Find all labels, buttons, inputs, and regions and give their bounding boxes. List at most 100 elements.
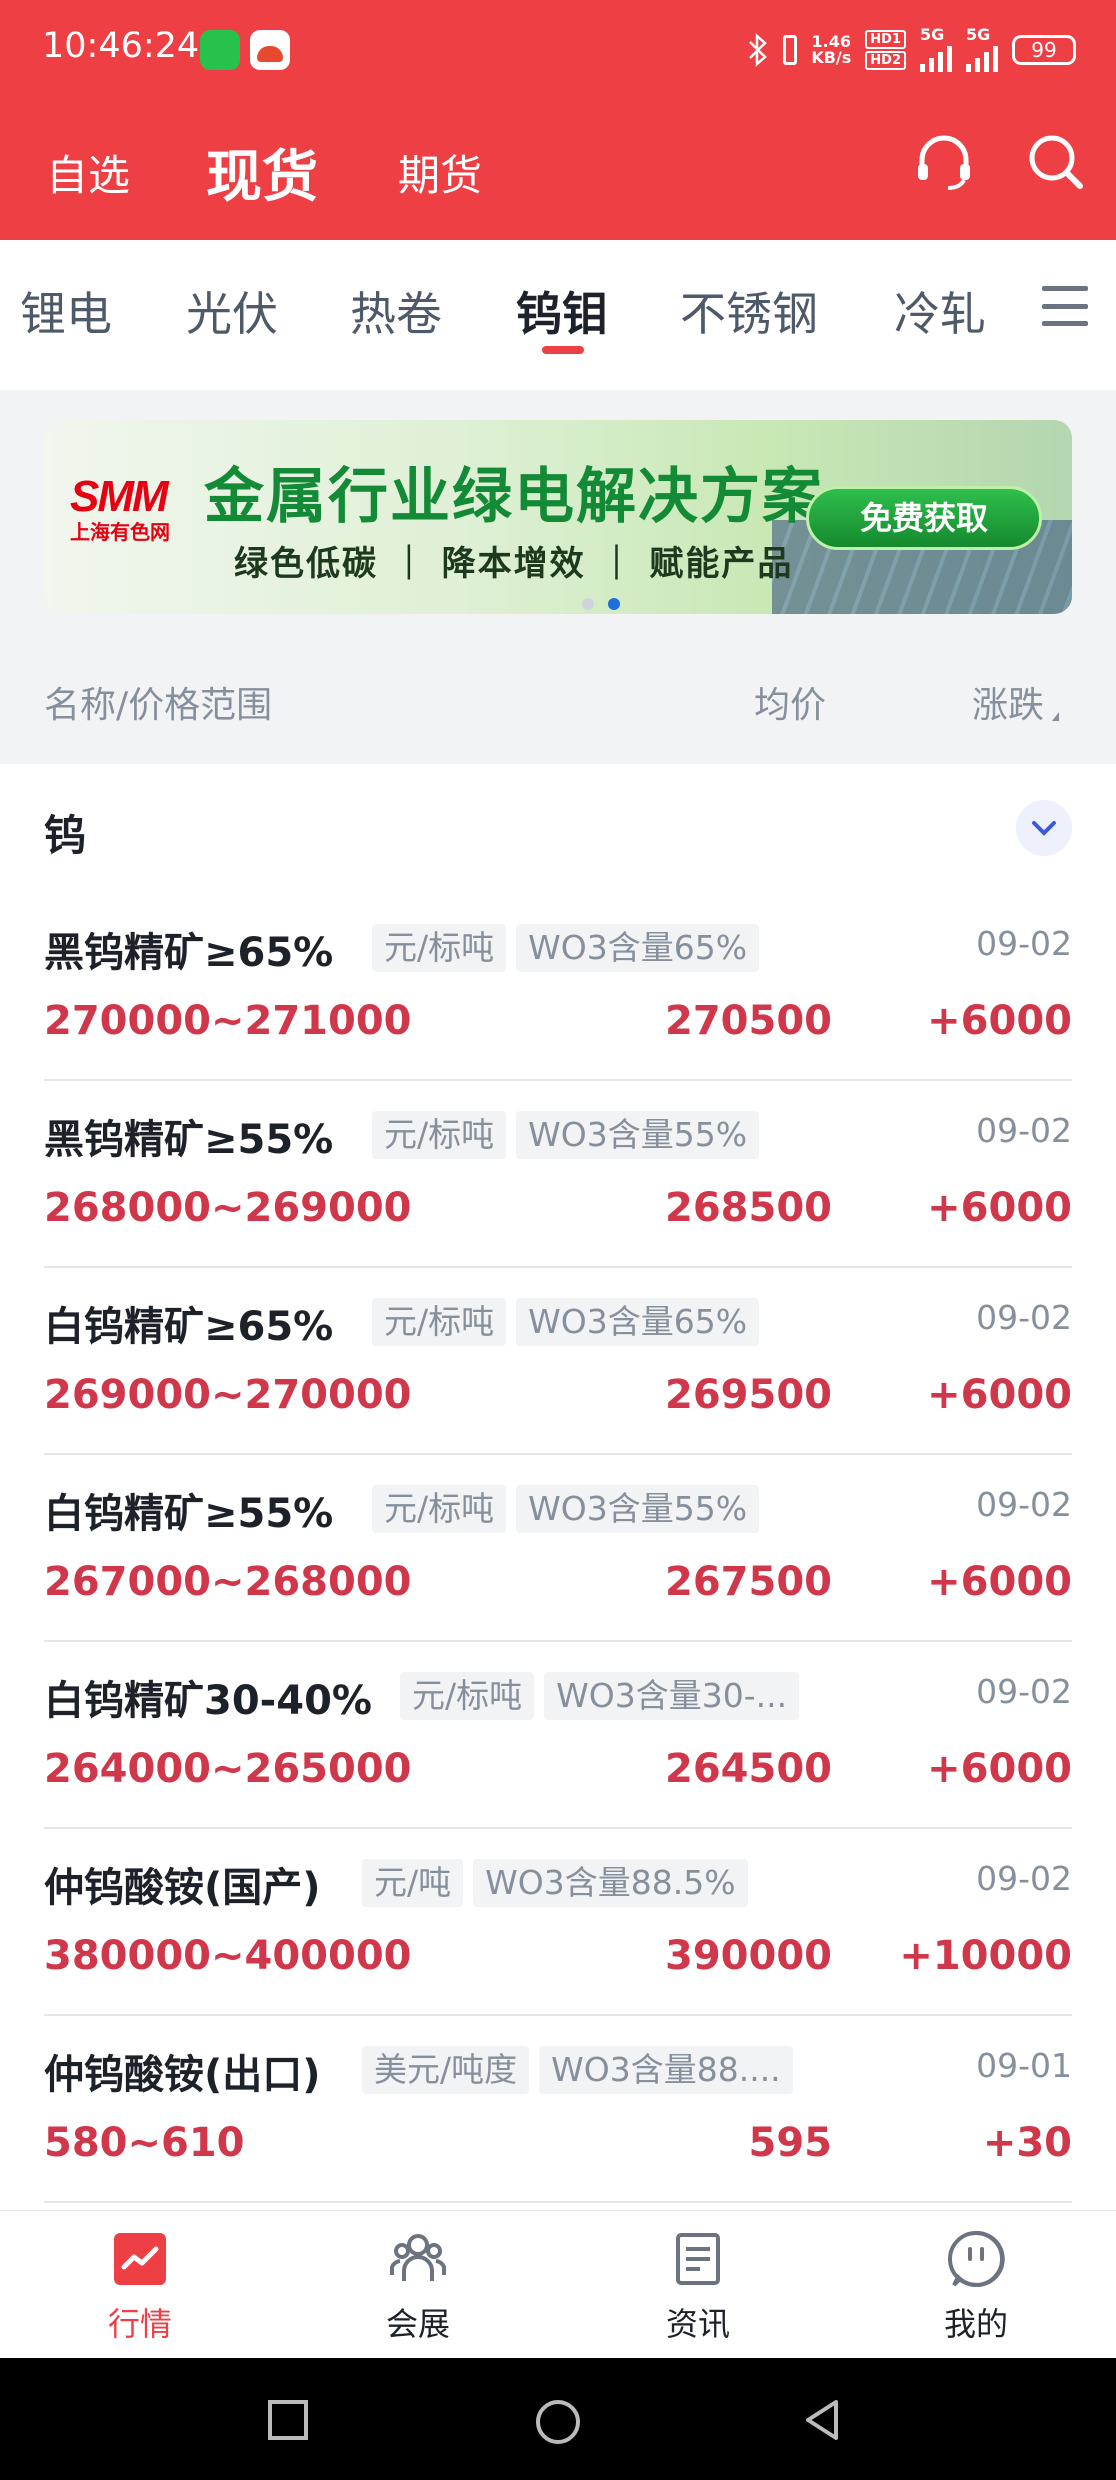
smm-logo: SMM 上海有色网: [70, 472, 170, 545]
price-range: 270000~271000: [44, 998, 412, 1044]
price-row[interactable]: 黑钨精矿≥65% 元/标吨 WO3含量65% 09-02 270000~2710…: [44, 894, 1072, 1081]
active-category-indicator: [542, 346, 584, 354]
status-indicators: 1.46 KB/s HD1 HD2 5G 5G 99: [747, 27, 1076, 72]
spec-tag: WO3含量55%: [516, 1485, 760, 1533]
tab-spot[interactable]: 现货: [206, 132, 318, 213]
price-row[interactable]: 仲钨酸铵(出口) 美元/吨度 WO3含量88.... 09-01 580~610…: [44, 2016, 1072, 2203]
spec-tag: WO3含量55%: [516, 1111, 760, 1159]
price-range: 580~610: [44, 2120, 245, 2166]
avg-price: 595: [748, 2120, 833, 2166]
category-tungsten-molybdenum[interactable]: 钨钼: [516, 278, 608, 344]
group-header[interactable]: 钨: [0, 764, 1116, 894]
back-icon[interactable]: [800, 2398, 844, 2442]
avg-price: 268500: [665, 1185, 832, 1231]
price-change: +10000: [899, 1933, 1072, 1979]
status-time: 10:46:24: [42, 26, 200, 66]
price-change: +6000: [927, 1372, 1072, 1418]
nav-news[interactable]: 资讯: [618, 2229, 778, 2345]
product-name: 仲钨酸铵(国产): [44, 1865, 321, 1911]
group-title: 钨: [44, 811, 87, 860]
product-name: 黑钨精矿≥55%: [44, 1117, 334, 1163]
tab-futures[interactable]: 期货: [398, 142, 482, 203]
system-nav-bar: [0, 2358, 1116, 2480]
banner-cta-button[interactable]: 免费获取: [806, 486, 1042, 550]
price-range: 268000~269000: [44, 1185, 412, 1231]
category-photovoltaic[interactable]: 光伏: [186, 278, 278, 344]
price-change: +6000: [927, 1559, 1072, 1605]
unit-tag: 元/标吨: [372, 1298, 507, 1346]
product-name: 白钨精矿≥65%: [44, 1304, 334, 1350]
search-icon[interactable]: [1024, 130, 1088, 194]
row-date: 09-02: [976, 1111, 1072, 1150]
home-icon[interactable]: [534, 2398, 582, 2446]
product-name: 白钨精矿≥55%: [44, 1491, 334, 1537]
row-tags: 元/标吨 WO3含量55%: [372, 1111, 760, 1159]
carousel-dots: [582, 598, 620, 610]
row-tags: 元/标吨 WO3含量65%: [372, 1298, 760, 1346]
category-lithium[interactable]: 锂电: [20, 278, 112, 344]
nav-profile[interactable]: 我的: [896, 2229, 1056, 2345]
price-row[interactable]: 白钨精矿≥65% 元/标吨 WO3含量65% 09-02 269000~2700…: [44, 1268, 1072, 1455]
bluetooth-icon: [749, 33, 768, 67]
price-row[interactable]: 白钨精矿≥55% 元/标吨 WO3含量55% 09-02 267000~2680…: [44, 1455, 1072, 1642]
spec-tag: WO3含量65%: [516, 924, 760, 972]
row-tags: 元/标吨 WO3含量55%: [372, 1485, 760, 1533]
nav-exhibition[interactable]: 会展: [338, 2229, 498, 2345]
price-change: +6000: [927, 998, 1072, 1044]
signal-1: 5G: [920, 27, 952, 72]
price-list: 钨 黑钨精矿≥65% 元/标吨 WO3含量65% 09-02 270000~27…: [0, 764, 1116, 2210]
avg-price: 390000: [665, 1933, 832, 1979]
news-icon: [676, 2233, 720, 2285]
column-change[interactable]: 涨跌: [972, 676, 1060, 728]
banner-area: SMM 上海有色网 金属行业绿电解决方案 绿色低碳 ｜ 降本增效 ｜ 赋能产品 …: [0, 390, 1116, 644]
product-name: 仲钨酸铵(出口): [44, 2052, 321, 2098]
price-row[interactable]: 仲钨酸铵(国产) 元/吨 WO3含量88.5% 09-02 380000~400…: [44, 1829, 1072, 2016]
signal-bars-icon: [920, 42, 952, 72]
price-range: 380000~400000: [44, 1933, 412, 1979]
row-tags: 元/吨 WO3含量88.5%: [362, 1859, 748, 1907]
promo-banner[interactable]: SMM 上海有色网 金属行业绿电解决方案 绿色低碳 ｜ 降本增效 ｜ 赋能产品 …: [44, 420, 1072, 614]
battery-icon: 99: [1012, 35, 1076, 65]
unit-tag: 元/吨: [362, 1859, 464, 1907]
price-change: +6000: [927, 1185, 1072, 1231]
column-avg[interactable]: 均价: [754, 676, 826, 728]
price-row[interactable]: 黑钨精矿≥55% 元/标吨 WO3含量55% 09-02 268000~2690…: [44, 1081, 1072, 1268]
hd-badges: HD1 HD2: [865, 30, 906, 70]
avg-price: 267500: [665, 1559, 832, 1605]
price-range: 267000~268000: [44, 1559, 412, 1605]
nav-market[interactable]: 行情: [60, 2229, 220, 2345]
category-hot-coil[interactable]: 热卷: [350, 278, 442, 344]
market-icon: [114, 2233, 166, 2285]
recent-apps-icon[interactable]: [266, 2398, 310, 2442]
sort-icon: [1052, 712, 1060, 721]
category-tabs: 锂电 光伏 热卷 钨钼 不锈钢 冷轧: [0, 240, 1116, 390]
status-app-icons: [200, 30, 290, 70]
category-cold-rolled[interactable]: 冷轧: [894, 278, 986, 344]
price-range: 269000~270000: [44, 1372, 412, 1418]
chevron-down-icon[interactable]: [1016, 800, 1072, 856]
bottom-nav: 行情 会展 资讯 我的: [0, 2210, 1116, 2358]
unit-tag: 元/标吨: [372, 924, 507, 972]
price-row[interactable]: 白钨精矿30-40% 元/标吨 WO3含量30-... 09-02 264000…: [44, 1642, 1072, 1829]
spec-tag: WO3含量88....: [539, 2046, 793, 2094]
unit-tag: 元/标吨: [400, 1672, 535, 1720]
headset-icon[interactable]: [912, 130, 976, 194]
price-range: 264000~265000: [44, 1746, 412, 1792]
row-date: 09-02: [976, 1298, 1072, 1337]
tab-favorites[interactable]: 自选: [46, 142, 130, 203]
signal-bars-icon: [966, 42, 998, 72]
people-icon: [390, 2234, 446, 2281]
row-tags: 元/标吨 WO3含量30-...: [400, 1672, 800, 1720]
spec-tag: WO3含量88.5%: [473, 1859, 748, 1907]
net-speed: 1.46 KB/s: [811, 32, 852, 67]
column-name: 名称/价格范围: [44, 685, 273, 726]
row-date: 09-01: [976, 2046, 1072, 2085]
unit-tag: 元/标吨: [372, 1111, 507, 1159]
avg-price: 269500: [665, 1372, 832, 1418]
banner-subtitle: 绿色低碳 ｜ 降本增效 ｜ 赋能产品: [234, 544, 794, 584]
row-date: 09-02: [976, 1485, 1072, 1524]
category-stainless[interactable]: 不锈钢: [680, 278, 818, 344]
spec-tag: WO3含量65%: [516, 1298, 760, 1346]
menu-icon[interactable]: [1042, 286, 1088, 326]
wechat-icon: [200, 30, 240, 70]
